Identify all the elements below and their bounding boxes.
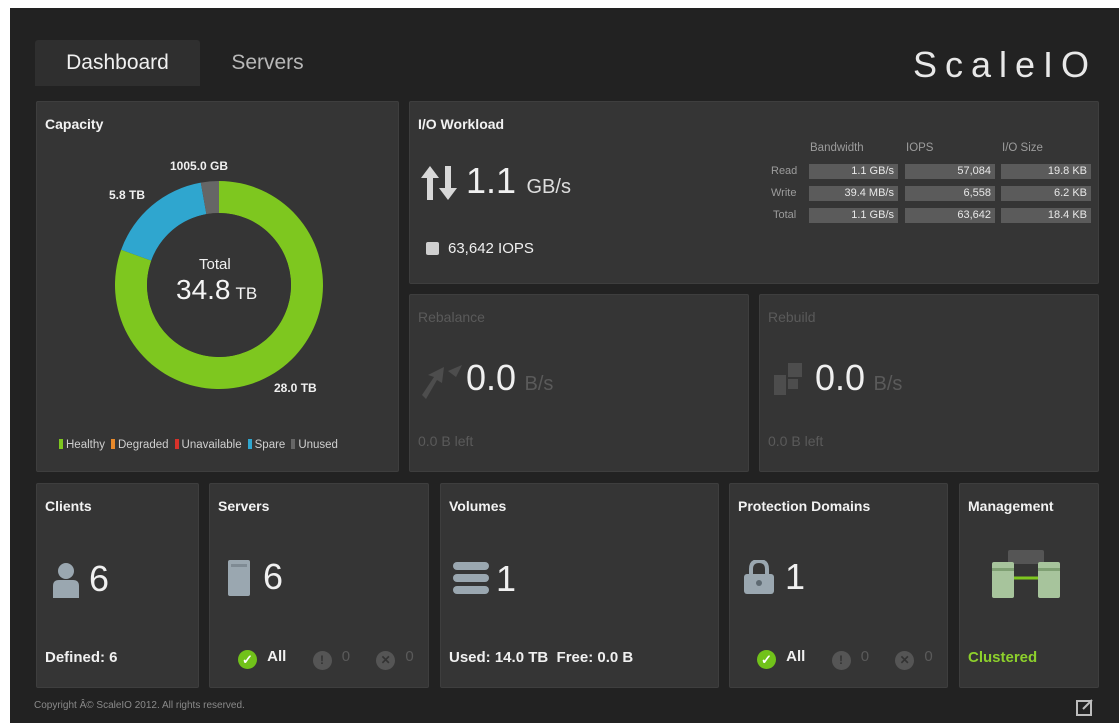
legend-healthy: Healthy — [59, 439, 105, 451]
io-row-read-label: Read — [771, 165, 798, 177]
user-icon — [53, 563, 79, 598]
rebuild-title: Rebuild — [768, 309, 816, 325]
check-icon: ✓ — [238, 650, 257, 669]
clients-panel[interactable]: Clients 6 Defined: 6 — [36, 483, 199, 688]
capacity-title: Capacity — [45, 116, 104, 132]
io-read-size: 19.8 KB — [1001, 164, 1091, 179]
servers-count: 6 — [263, 556, 284, 597]
copyright: Copyright Â© ScaleIO 2012. All rights re… — [34, 700, 245, 711]
edit-icon[interactable] — [1076, 698, 1094, 716]
clients-count: 6 — [89, 558, 110, 599]
error-icon: ✕ — [895, 651, 915, 670]
io-row-total-label: Total — [773, 209, 797, 221]
volumes-title: Volumes — [449, 498, 507, 514]
rebuild-panel: Rebuild 0.0 B/s 0.0 B left — [759, 294, 1099, 472]
capacity-total-label: Total — [199, 256, 231, 273]
management-title: Management — [968, 498, 1054, 514]
spare-label: 5.8 TB — [109, 188, 146, 202]
rebalance-panel: Rebalance 0.0 B/s 0.0 B left — [409, 294, 749, 472]
legend-spare: Spare — [247, 439, 285, 451]
io-header-iops: IOPS — [906, 142, 934, 154]
lock-icon — [744, 560, 774, 594]
io-workload-panel: I/O Workload 1.1 GB/s 63,642 IOPS Bandwi… — [409, 101, 1099, 284]
volumes-panel[interactable]: Volumes 1 Used: 14.0 TB Free: 0.0 B — [440, 483, 719, 688]
healthy-label: 28.0 TB — [274, 381, 317, 395]
rebalance-left: 0.0 B left — [418, 433, 474, 449]
legend-unavailable: Unavailable — [174, 439, 242, 451]
cluster-icon — [992, 550, 1060, 598]
servers-panel[interactable]: Servers 6 ✓ All ! 0 ✕ 0 — [209, 483, 429, 688]
warning-icon: ! — [831, 651, 851, 670]
check-icon: ✓ — [757, 650, 776, 669]
clients-defined: Defined: 6 — [45, 649, 118, 666]
capacity-total-value: 34.8 TB — [176, 274, 258, 305]
unused-label: 1005.0 GB — [170, 159, 229, 173]
io-bandwidth: 1.1 GB/s — [466, 160, 571, 201]
tab-servers[interactable]: Servers — [200, 40, 335, 86]
rebalance-rate: 0.0 B/s — [466, 357, 554, 398]
protection-count: 1 — [785, 556, 806, 597]
rebuild-left: 0.0 B left — [768, 433, 824, 449]
io-total-size: 18.4 KB — [1001, 208, 1091, 223]
io-header-bandwidth: Bandwidth — [810, 142, 864, 154]
iops-icon — [426, 242, 439, 255]
error-icon: ✕ — [376, 651, 396, 670]
legend-unused: Unused — [291, 439, 338, 451]
io-read-bandwidth: 1.1 GB/s — [809, 164, 898, 179]
io-iops-summary: 63,642 IOPS — [448, 240, 534, 257]
tab-dashboard[interactable]: Dashboard — [35, 40, 200, 86]
server-icon — [228, 560, 250, 596]
servers-title: Servers — [218, 498, 270, 514]
updown-arrows-icon — [421, 166, 457, 200]
management-panel[interactable]: Management Clustered — [959, 483, 1099, 688]
management-status: Clustered — [968, 649, 1038, 666]
io-workload-title: I/O Workload — [418, 116, 505, 132]
capacity-panel: Capacity Total 34.8 TB 1005.0 GB 5.8 TB 2… — [36, 101, 399, 472]
rebalance-icon — [422, 365, 462, 399]
protection-status: ✓ All ! 0 ✕ 0 — [757, 648, 933, 670]
volumes-icon — [453, 562, 489, 594]
volumes-usage: Used: 14.0 TB Free: 0.0 B — [449, 649, 634, 666]
io-write-iops: 6,558 — [905, 186, 995, 201]
servers-status: ✓ All ! 0 ✕ 0 — [238, 648, 414, 670]
warning-icon: ! — [312, 651, 332, 670]
protection-domains-title: Protection Domains — [738, 498, 871, 514]
rebuild-rate: 0.0 B/s — [815, 357, 903, 398]
io-total-bandwidth: 1.1 GB/s — [809, 208, 898, 223]
capacity-legend: Healthy Degraded Unavailable Spare Unuse… — [59, 439, 338, 451]
io-total-iops: 63,642 — [905, 208, 995, 223]
io-write-size: 6.2 KB — [1001, 186, 1091, 201]
legend-degraded: Degraded — [111, 439, 169, 451]
rebalance-title: Rebalance — [418, 309, 485, 325]
protection-domains-panel[interactable]: Protection Domains 1 ✓ All ! 0 ✕ 0 — [729, 483, 948, 688]
io-header-size: I/O Size — [1002, 142, 1043, 154]
scaleio-logo: ScaleIO — [912, 44, 1097, 85]
io-read-iops: 57,084 — [905, 164, 995, 179]
rebuild-icon — [774, 363, 802, 395]
io-row-write-label: Write — [771, 187, 797, 199]
io-write-bandwidth: 39.4 MB/s — [809, 186, 898, 201]
volumes-count: 1 — [496, 558, 517, 599]
clients-title: Clients — [45, 498, 92, 514]
